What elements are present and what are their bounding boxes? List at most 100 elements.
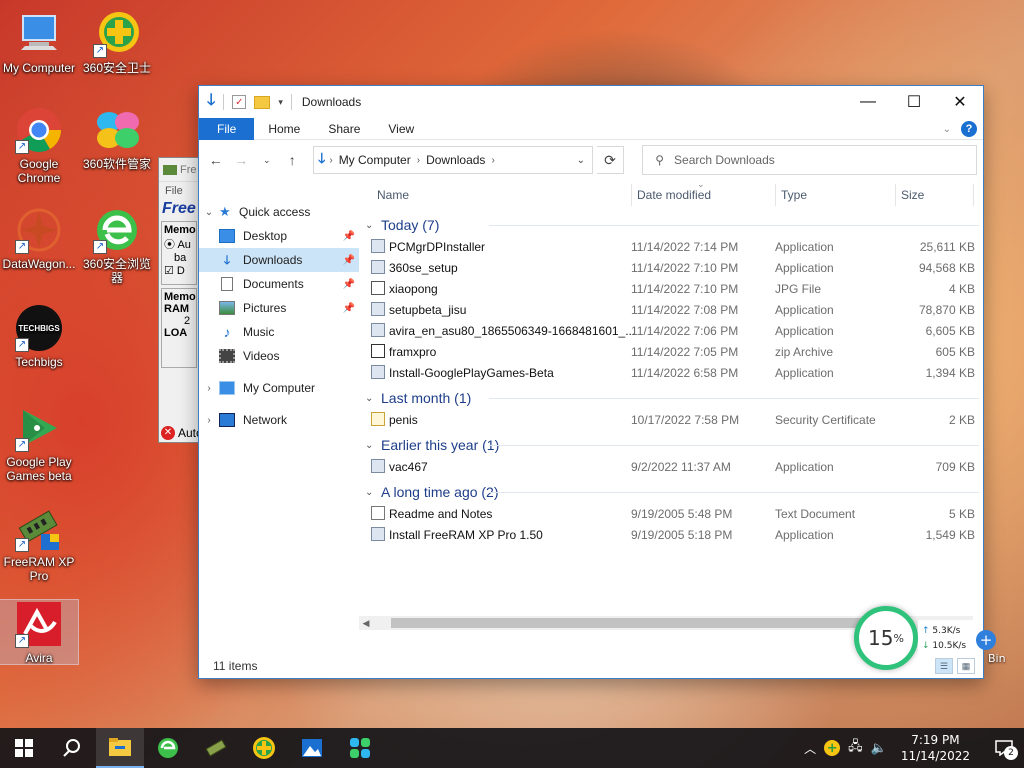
freeram-menu-file[interactable]: File [159,182,199,200]
clock[interactable]: 7:19 PM 11/14/2022 [895,732,976,764]
file-row[interactable]: PCMgrDPInstaller 11/14/2022 7:14 PM Applic… [359,236,983,257]
desktop-icon-my-computer[interactable]: My Computer [0,10,78,75]
desktop-icon-datawagon[interactable]: ↗ DataWagon... [0,206,78,271]
taskbar-360-browser[interactable] [144,728,192,768]
group-header[interactable]: ⌄ Last month (1) [359,387,983,409]
desktop-icon-avira[interactable]: ↗ Avira [0,599,79,665]
group-header[interactable]: ⌄ Earlier this year (1) [359,434,983,456]
taskbar-freeram[interactable] [192,728,240,768]
maximize-button[interactable]: ☐ [891,86,937,118]
column-date-modified[interactable]: Date modified [637,188,711,202]
file-row[interactable]: vac467 9/2/2022 11:37 AM Application 709 KB [359,456,983,477]
up-button[interactable]: ↑ [282,149,304,171]
freeram-group-memory-info: Memo RAM 2 LOA [161,288,197,368]
forward-button[interactable]: → [231,149,253,171]
freeram-auto-status[interactable]: ✕ Auto [161,426,199,440]
column-divider[interactable] [631,184,632,206]
search-box[interactable]: ⚲ Search Downloads [642,145,977,175]
group-header[interactable]: ⌄ A long time ago (2) [359,481,983,503]
nav-quick-access[interactable]: ⌄ ★ Quick access [199,200,359,224]
collapse-chevron-icon[interactable]: ⌄ [365,220,381,231]
desktop-icon-360-software-manager[interactable]: 360软件管家 [78,106,156,171]
address-bar[interactable]: 🡓 › My Computer › Downloads › ⌄ [313,146,593,174]
desktop-icon-360-browser[interactable]: ↗ 360安全浏览器 [78,206,156,285]
file-row[interactable]: avira_en_asu80_1865506349-1668481601_...… [359,320,983,341]
file-row[interactable]: penis 10/17/2022 7:58 PM Security Certific… [359,409,983,430]
radio-option[interactable]: ⦿ Au [164,236,194,252]
close-button[interactable]: ✕ [937,86,983,118]
taskbar-file-explorer[interactable] [96,728,144,768]
desktop-icon-360-security[interactable]: ↗ 360安全卫士 [78,10,156,75]
minimize-button[interactable]: — [845,86,891,118]
file-row[interactable]: 360se_setup 11/14/2022 7:10 PM Application… [359,257,983,278]
tab-home[interactable]: Home [254,118,314,140]
widget-plus-button[interactable]: + [976,630,996,650]
taskbar-360-software-manager[interactable] [336,728,384,768]
volume-icon[interactable]: 🔈 [871,741,887,756]
tab-file[interactable]: File [199,117,255,140]
properties-icon[interactable]: ✓ [232,95,247,109]
nav-network[interactable]: › Network [199,408,359,432]
file-row[interactable]: Install-GooglePlayGames-Beta 11/14/2022 6… [359,362,983,383]
nav-item-desktop[interactable]: Desktop 📌 [199,224,359,248]
column-name[interactable]: Name [377,188,409,202]
network-speed-widget[interactable]: 15% ↑ 5.3K/s ↓ 10.5K/s + [854,606,1004,672]
notification-center-button[interactable]: 2 [984,728,1024,768]
help-button[interactable]: ? [961,121,977,137]
tab-view[interactable]: View [374,118,428,140]
address-dropdown-icon[interactable]: ⌄ [570,155,592,166]
recycle-bin-label[interactable]: Bin [988,652,1024,665]
recent-locations-button[interactable]: ⌄ [256,149,278,171]
search-button[interactable] [48,728,96,768]
column-divider[interactable] [973,184,974,206]
show-hidden-icons-icon[interactable]: ︿ [804,740,816,757]
nav-item-documents[interactable]: Documents 📌 [199,272,359,296]
customize-toolbar-icon[interactable]: ▾ [278,97,283,108]
collapse-chevron-icon[interactable]: ⌄ [365,393,381,404]
back-button[interactable]: ← [205,149,227,171]
360-tray-icon[interactable]: + [824,740,841,756]
file-row[interactable]: Install FreeRAM XP Pro 1.50 9/19/2005 5:1… [359,524,983,545]
collapse-chevron-icon[interactable]: ⌄ [365,440,381,451]
column-divider[interactable] [775,184,776,206]
expand-chevron-icon[interactable]: › [199,383,219,394]
taskbar-360-security[interactable] [240,728,288,768]
column-type[interactable]: Type [781,188,807,202]
file-row[interactable]: framxpro 11/14/2022 7:05 PM zip Archive 605… [359,341,983,362]
collapse-chevron-icon[interactable]: ⌄ [365,487,381,498]
nav-item-pictures[interactable]: Pictures 📌 [199,296,359,320]
file-row[interactable]: xiaopong 11/14/2022 7:10 PM JPG File 4 KB [359,278,983,299]
group-header[interactable]: ⌄ Today (7) [359,214,983,236]
tab-share[interactable]: Share [314,118,374,140]
nav-item-videos[interactable]: Videos [199,344,359,368]
explorer-window[interactable]: 🡓 ✓ ▾ Downloads — ☐ ✕ File Home Share Vi… [198,85,984,679]
scroll-thumb[interactable] [391,618,871,628]
freeram-window[interactable]: Fre File Free Memo ⦿ Au ba ☑ D Memo RAM … [158,157,200,443]
expand-ribbon-icon[interactable]: ⌄ [943,124,951,135]
expand-chevron-icon[interactable]: ⌄ [199,207,219,218]
network-status-icon[interactable]: 🖧 [848,737,863,759]
desktop-icon-label: Techbigs [15,355,63,369]
column-divider[interactable] [895,184,896,206]
taskbar-photos[interactable] [288,728,336,768]
column-size[interactable]: Size [901,188,924,202]
desktop-icon-google-chrome[interactable]: ↗ Google Chrome [0,106,78,185]
start-button[interactable] [0,728,48,768]
breadcrumb-downloads[interactable]: Downloads [420,153,491,167]
desktop-icon-techbigs[interactable]: TECHBIGS ↗ Techbigs [0,304,78,369]
expand-chevron-icon[interactable]: › [199,415,219,426]
file-row[interactable]: setupbeta_jisu 11/14/2022 7:08 PM Applicat… [359,299,983,320]
titlebar[interactable]: 🡓 ✓ ▾ Downloads — ☐ ✕ [199,86,983,118]
scroll-left-icon[interactable]: ◀ [359,618,373,629]
nav-item-downloads[interactable]: 🡓 Downloads 📌 [199,248,359,272]
nav-item-music[interactable]: ♪ Music [199,320,359,344]
desktop-icon-google-play-games[interactable]: ↗ Google Play Games beta [0,404,78,483]
desktop-icon-freeram[interactable]: ↗ FreeRAM XP Pro [0,504,78,583]
file-row[interactable]: Readme and Notes 9/19/2005 5:48 PM Text Do… [359,503,983,524]
cpu-usage-gauge[interactable]: 15% [854,606,918,670]
refresh-button[interactable]: ⟳ [596,146,625,174]
breadcrumb-my-computer[interactable]: My Computer [333,153,417,167]
nav-my-computer[interactable]: › My Computer [199,376,359,400]
checkbox-option[interactable]: ☑ D [164,264,194,277]
new-folder-icon[interactable] [254,95,271,109]
